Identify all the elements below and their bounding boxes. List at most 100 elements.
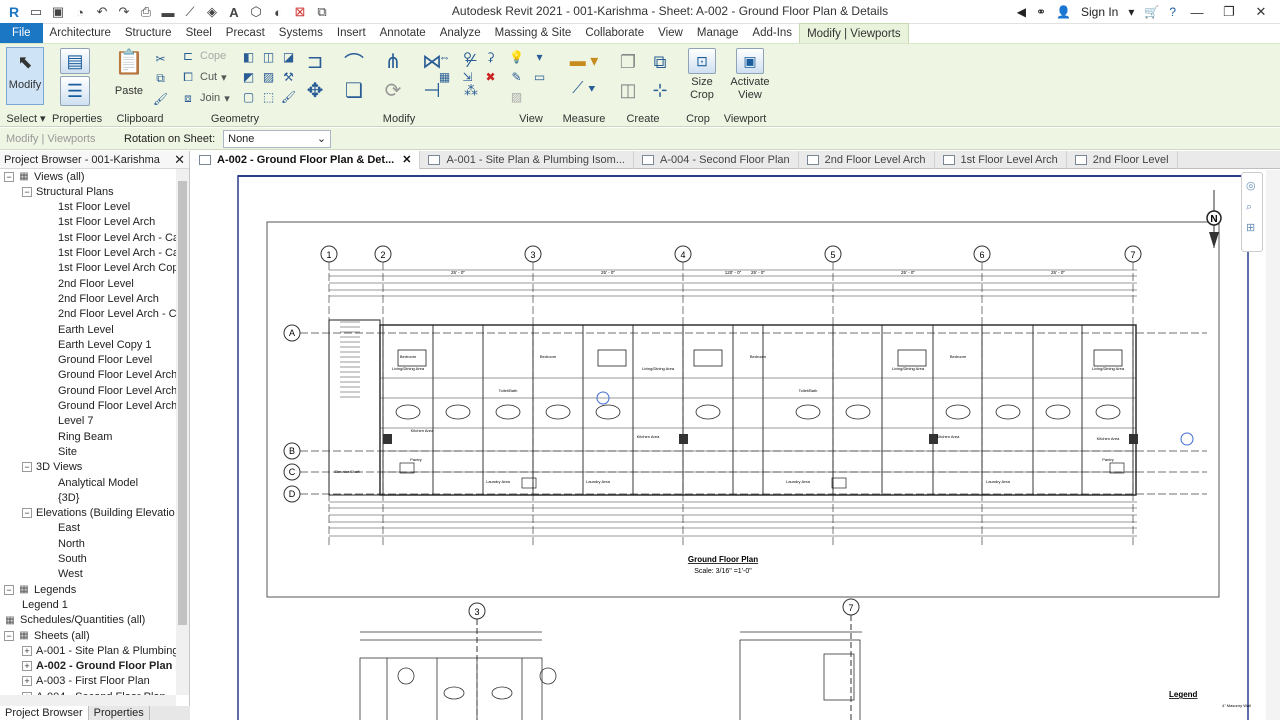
dropdown-arrow-icon[interactable]: ▾: [1128, 5, 1134, 19]
sign-in-link[interactable]: Sign In: [1081, 5, 1118, 19]
override-graphics-icon[interactable]: ✎: [508, 68, 525, 85]
array-small-icon[interactable]: ▦: [436, 68, 453, 85]
cut-geometry-button[interactable]: ⧠ Cut ▾: [180, 69, 226, 85]
mirror-axis-icon[interactable]: ⋔: [376, 48, 410, 74]
browser-tab-properties[interactable]: Properties: [89, 706, 150, 720]
minimize-button[interactable]: —: [1186, 5, 1208, 20]
browser-item[interactable]: 1st Floor Level Arch - Cal: [58, 246, 176, 261]
save-icon[interactable]: ▣: [48, 3, 68, 21]
browser-item[interactable]: − Elevations (Building Elevatio: [22, 506, 175, 521]
properties-button[interactable]: ☰: [60, 76, 90, 106]
browser-item[interactable]: + A-003 - First Floor Plan: [22, 674, 150, 689]
create-parts-icon[interactable]: ❐: [616, 50, 640, 74]
delete-icon[interactable]: ✖: [482, 68, 499, 85]
scrollbar-thumb[interactable]: [178, 181, 187, 625]
text-icon[interactable]: A: [224, 3, 244, 21]
browser-item[interactable]: −3D Views: [22, 460, 82, 475]
print-icon[interactable]: ⎙: [136, 3, 156, 21]
collapse-icon[interactable]: −: [4, 171, 14, 182]
collapse-icon[interactable]: −: [22, 186, 32, 197]
redo-icon[interactable]: ↷: [114, 3, 134, 21]
browser-item[interactable]: Ring Beam: [58, 429, 112, 444]
browser-item[interactable]: + A-001 - Site Plan & Plumbing: [22, 643, 176, 658]
browser-item[interactable]: Ground Floor Level Arch: [58, 383, 176, 398]
browser-item[interactable]: Site: [58, 444, 77, 459]
browser-item[interactable]: East: [58, 521, 80, 536]
void-icon[interactable]: ⬚: [260, 88, 277, 105]
close-icon[interactable]: ✕: [174, 152, 185, 168]
browser-item[interactable]: Earth Level Copy 1: [58, 337, 152, 352]
select-label[interactable]: Select ▾: [0, 112, 52, 125]
paint-icon[interactable]: ◩: [240, 68, 257, 85]
browser-horizontal-scrollbar[interactable]: [0, 695, 176, 706]
browser-item[interactable]: + A-002 - Ground Floor Plan &: [22, 659, 176, 674]
ribbon-tab-modify-viewports[interactable]: Modify | Viewports: [799, 23, 909, 43]
create-similar-icon[interactable]: ⊹: [648, 78, 672, 102]
ribbon-tab-insert[interactable]: Insert: [330, 23, 373, 43]
browser-item[interactable]: 2nd Floor Level Arch: [58, 291, 159, 306]
pin-icon[interactable]: ⚲: [459, 48, 476, 65]
trim-small-icon[interactable]: ⇲: [459, 68, 476, 85]
browser-item[interactable]: 1st Floor Level Arch Copy: [58, 261, 176, 276]
scale-icon[interactable]: ⇔: [436, 48, 453, 65]
solid-icon[interactable]: ▢: [240, 88, 257, 105]
create-assembly-icon[interactable]: ◫: [616, 78, 640, 102]
browser-item[interactable]: Level 7: [58, 414, 93, 429]
undo-icon[interactable]: ↶: [92, 3, 112, 21]
ribbon-tab-view[interactable]: View: [651, 23, 690, 43]
unpin-icon[interactable]: ⚳: [482, 48, 499, 65]
browser-item[interactable]: North: [58, 536, 85, 551]
beam-icon[interactable]: ◧: [240, 48, 257, 65]
navigation-bar[interactable]: ◎ ⌕ ⊞: [1241, 172, 1263, 252]
expand-icon[interactable]: +: [22, 661, 32, 672]
align-icon[interactable]: ⊐: [298, 48, 332, 74]
ribbon-tab-add-ins[interactable]: Add-Ins: [745, 23, 799, 43]
collapse-icon[interactable]: −: [4, 584, 14, 595]
rotate-icon[interactable]: ⟳: [376, 77, 410, 103]
zoom-extents-icon[interactable]: ⊞: [1246, 221, 1255, 234]
sync-icon[interactable]: ◔: [70, 3, 90, 21]
expand-icon[interactable]: +: [22, 676, 32, 687]
create-group-icon[interactable]: ⧉: [648, 50, 672, 74]
ribbon-tab-file[interactable]: File: [0, 23, 43, 43]
binoculars-icon[interactable]: ⚭: [1036, 5, 1046, 19]
ribbon-tab-systems[interactable]: Systems: [272, 23, 330, 43]
collapse-icon[interactable]: −: [22, 462, 32, 473]
close-hidden-icon[interactable]: ⊠: [290, 3, 310, 21]
3d-view-icon[interactable]: ⬡: [246, 3, 266, 21]
measure-icon[interactable]: ▬: [158, 3, 178, 21]
hide-icon[interactable]: ▾: [531, 48, 548, 65]
ribbon-tab-massing-site[interactable]: Massing & Site: [488, 23, 579, 43]
browser-item[interactable]: 1st Floor Level Arch - Cal: [58, 230, 176, 245]
browser-item[interactable]: {3D}: [58, 490, 79, 505]
revit-logo-icon[interactable]: R: [4, 3, 24, 21]
type-properties-button[interactable]: ▤: [60, 48, 90, 74]
close-tab-icon[interactable]: ✕: [402, 153, 411, 166]
dimension-tool-icon[interactable]: ⟋ ▾: [564, 80, 604, 97]
close-button[interactable]: ✕: [1250, 4, 1272, 20]
linework-icon[interactable]: ▭: [531, 68, 548, 85]
size-crop-button[interactable]: ⊡ Size Crop: [682, 48, 722, 102]
join-button[interactable]: ⧈ Join ▾: [180, 90, 230, 106]
match-properties-icon[interactable]: 🖌: [152, 90, 169, 107]
ribbon-tab-precast[interactable]: Precast: [219, 23, 272, 43]
view-tab[interactable]: A-002 - Ground Floor Plan & Det... ✕: [191, 150, 421, 169]
hide-category-icon[interactable]: ▨: [508, 88, 525, 105]
copy-element-icon[interactable]: ❏: [337, 77, 371, 103]
ribbon-tab-architecture[interactable]: Architecture: [43, 23, 118, 43]
steering-wheel-icon[interactable]: ◎: [1246, 179, 1256, 192]
offset-icon[interactable]: ⌒: [337, 48, 371, 75]
switch-windows-icon[interactable]: ⧉: [312, 3, 332, 21]
browser-item[interactable]: Earth Level: [58, 322, 114, 337]
view-tab[interactable]: 2nd Floor Level: [1067, 150, 1178, 169]
browser-vertical-scrollbar[interactable]: [176, 169, 189, 695]
activate-view-button[interactable]: ▣ Activate View: [728, 48, 772, 102]
collapse-icon[interactable]: −: [22, 508, 32, 519]
ribbon-tab-manage[interactable]: Manage: [690, 23, 746, 43]
move-icon[interactable]: ✥: [298, 77, 332, 103]
view-tab[interactable]: A-004 - Second Floor Plan: [634, 150, 799, 169]
browser-item[interactable]: Ground Floor Level Arch: [58, 368, 176, 383]
restore-button[interactable]: ❐: [1218, 4, 1240, 20]
modify-button[interactable]: ⬉ Modify: [6, 47, 44, 105]
expand-icon[interactable]: +: [22, 645, 32, 656]
